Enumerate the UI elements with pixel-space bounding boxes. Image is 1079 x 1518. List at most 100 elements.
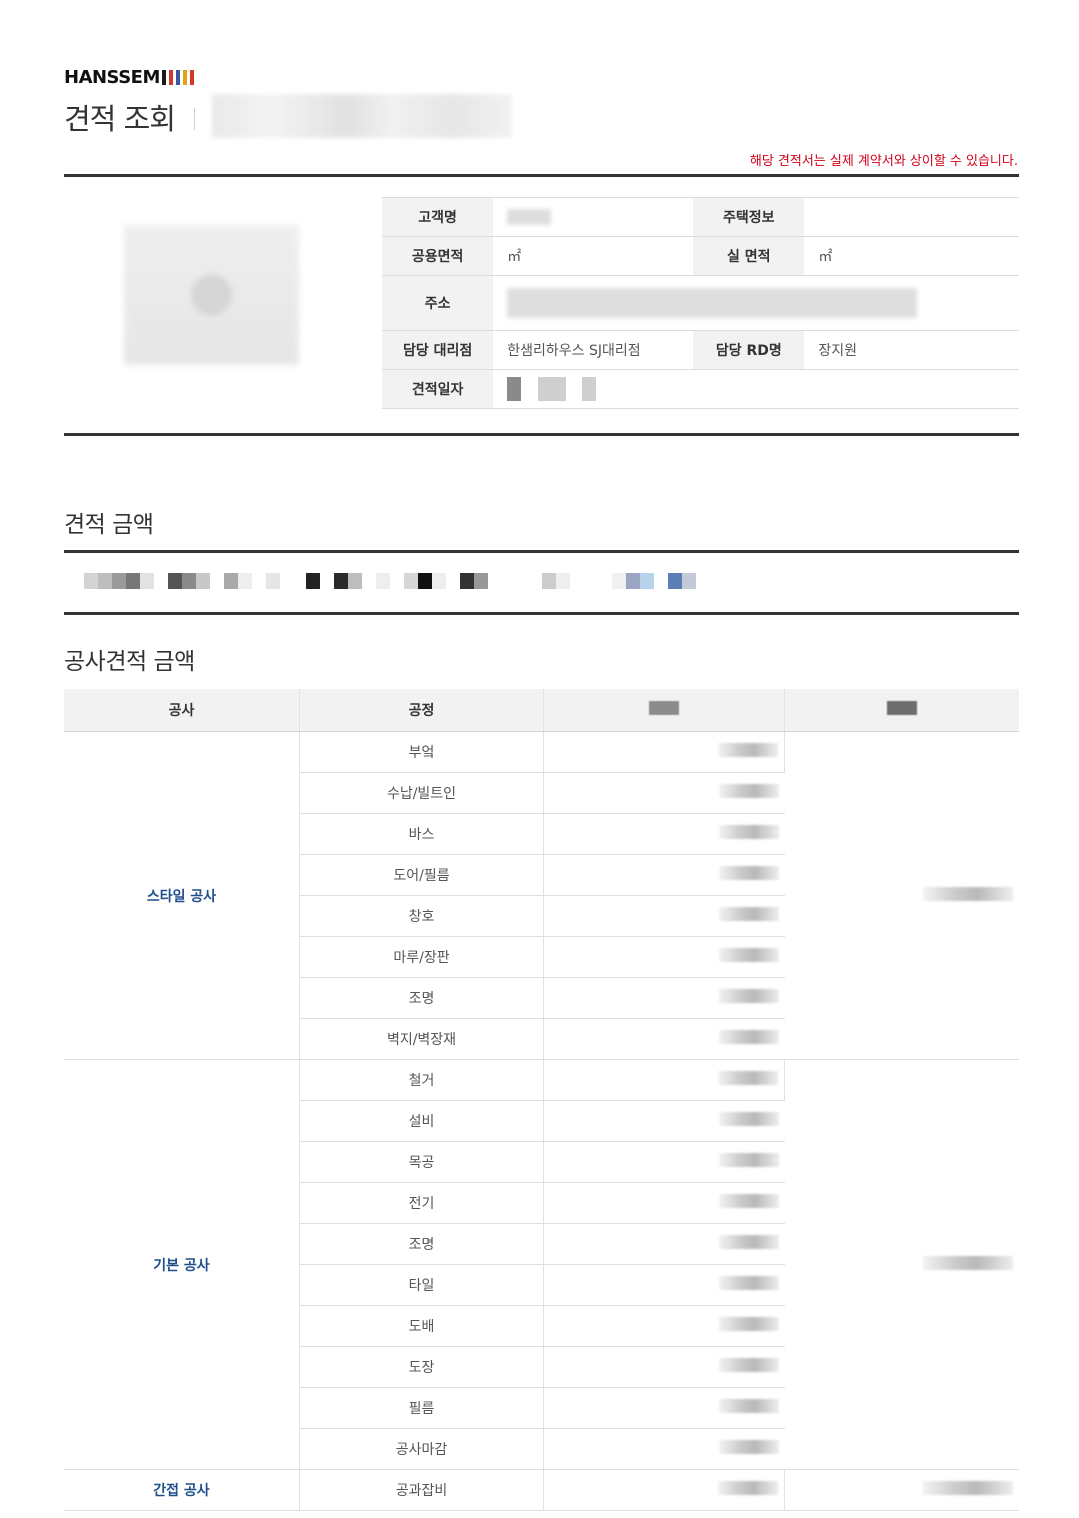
redaction-pixel xyxy=(668,573,682,589)
redacted-amount xyxy=(543,977,785,1019)
table-row: 간접 공사 공과잡비 xyxy=(64,1469,1019,1511)
construction-group: 스타일 공사 xyxy=(64,731,300,1060)
info-bottom-rule xyxy=(64,433,1019,436)
process-name: 벽지/벽장재 xyxy=(299,1018,544,1060)
redaction-pixel xyxy=(390,573,404,589)
redaction-pixel xyxy=(126,573,140,589)
brand-name: HANSSEM xyxy=(64,66,160,88)
table-row: 스타일 공사 부엌 xyxy=(64,731,1019,1060)
redacted-amount xyxy=(543,1059,785,1101)
redaction-pixel xyxy=(654,573,668,589)
redaction-pixel xyxy=(542,573,556,589)
process-name: 수납/빌트인 xyxy=(299,772,544,814)
date-label: 견적일자 xyxy=(382,369,494,409)
redaction-pixel xyxy=(502,573,516,589)
table-row: 기본 공사 철거 xyxy=(64,1059,1019,1470)
redaction-pixel xyxy=(528,573,542,589)
redacted-amount xyxy=(543,731,785,773)
redacted-amount xyxy=(543,1346,785,1388)
redaction-pixel xyxy=(84,573,98,589)
process-name: 타일 xyxy=(299,1264,544,1306)
agency-label: 담당 대리점 xyxy=(382,330,494,370)
rd-value: 장지원 xyxy=(804,330,1019,370)
redaction-pixel xyxy=(238,573,252,589)
rd-label: 담당 RD명 xyxy=(693,330,805,370)
redaction-pixel xyxy=(640,573,654,589)
process-name: 필름 xyxy=(299,1387,544,1429)
housing-label: 주택정보 xyxy=(693,197,805,237)
process-name: 조명 xyxy=(299,977,544,1019)
redaction-pixel xyxy=(98,573,112,589)
redacted-amount xyxy=(543,1387,785,1429)
process-name: 공과잡비 xyxy=(299,1469,544,1511)
construction-amount-title: 공사견적 금액 xyxy=(64,649,195,675)
redacted-amount xyxy=(543,1141,785,1183)
customer-value xyxy=(493,197,694,237)
redaction-pixel xyxy=(252,573,266,589)
estimate-bottom-rule xyxy=(64,612,1019,615)
redaction-pixel xyxy=(570,573,584,589)
col-construction-header: 공사 xyxy=(64,689,300,732)
common-area-label: 공용면적 xyxy=(382,236,494,276)
redacted-amount xyxy=(543,936,785,978)
redaction-pixel xyxy=(182,573,196,589)
redacted-amount xyxy=(543,1469,785,1511)
redacted-group-subtotal xyxy=(784,731,1019,1060)
redaction-pixel xyxy=(140,573,154,589)
redacted-amount xyxy=(543,813,785,855)
process-name: 도어/필름 xyxy=(299,854,544,896)
redacted-amount xyxy=(543,1305,785,1347)
construction-group: 간접 공사 xyxy=(64,1469,300,1511)
redacted-photo xyxy=(124,225,299,365)
redaction-pixel xyxy=(168,573,182,589)
redacted-group-subtotal xyxy=(784,1059,1019,1470)
redaction-pixel xyxy=(306,573,320,589)
agency-value: 한샘리하우스 SJ대리점 xyxy=(493,330,694,370)
common-area-value: ㎡ xyxy=(493,236,694,276)
redacted-amount xyxy=(543,1428,785,1470)
construction-group: 기본 공사 xyxy=(64,1059,300,1470)
redaction-pixel xyxy=(432,573,446,589)
redaction-pixel xyxy=(210,573,224,589)
redacted-amount-pixels xyxy=(84,573,696,589)
process-name: 설비 xyxy=(299,1100,544,1142)
address-label: 주소 xyxy=(382,275,494,331)
redacted-estimate-amount xyxy=(64,553,1019,613)
process-name: 도장 xyxy=(299,1346,544,1388)
redaction-pixel xyxy=(682,573,696,589)
redaction-pixel xyxy=(224,573,238,589)
redacted-amount xyxy=(543,1223,785,1265)
process-name: 철거 xyxy=(299,1059,544,1101)
top-rule xyxy=(64,174,1019,177)
customer-label: 고객명 xyxy=(382,197,494,237)
real-area-label: 실 면적 xyxy=(693,236,805,276)
redaction-pixel xyxy=(362,573,376,589)
redaction-pixel xyxy=(376,573,390,589)
redaction-pixel xyxy=(460,573,474,589)
brand-logo: HANSSEM xyxy=(64,66,194,88)
redaction-pixel xyxy=(474,573,488,589)
redaction-pixel xyxy=(612,573,626,589)
construction-cost-table: 공사 공정 스타일 공사 부엌 수납/빌트인 바스 도어/필름 창호 마루/장판 조명 벽지/벽… xyxy=(64,689,1019,1511)
housing-value xyxy=(804,197,1019,237)
col-process-header: 공정 xyxy=(299,689,544,732)
redacted-title-detail xyxy=(212,94,512,138)
process-name: 부엌 xyxy=(299,731,544,773)
process-name: 목공 xyxy=(299,1141,544,1183)
redaction-pixel xyxy=(626,573,640,589)
redaction-pixel xyxy=(348,573,362,589)
real-area-unit: ㎡ xyxy=(818,249,833,265)
redaction-pixel xyxy=(292,573,306,589)
redaction-pixel xyxy=(418,573,432,589)
redaction-pixel xyxy=(556,573,570,589)
customer-info-table: 고객명 주택정보 공용면적 ㎡ 실 면적 ㎡ 주소 담당 대리점 한샘리하우스 … xyxy=(382,197,1019,409)
brand-color-bars xyxy=(161,69,194,85)
col-amount-header xyxy=(543,689,785,732)
disclaimer-notice: 해당 견적서는 실제 계약서와 상이할 수 있습니다. xyxy=(749,154,1018,169)
redaction-pixel xyxy=(196,573,210,589)
redacted-amount xyxy=(543,1018,785,1060)
process-name: 공사마감 xyxy=(299,1428,544,1470)
col-subtotal-header xyxy=(784,689,1019,732)
process-name: 바스 xyxy=(299,813,544,855)
redacted-amount xyxy=(543,1182,785,1224)
